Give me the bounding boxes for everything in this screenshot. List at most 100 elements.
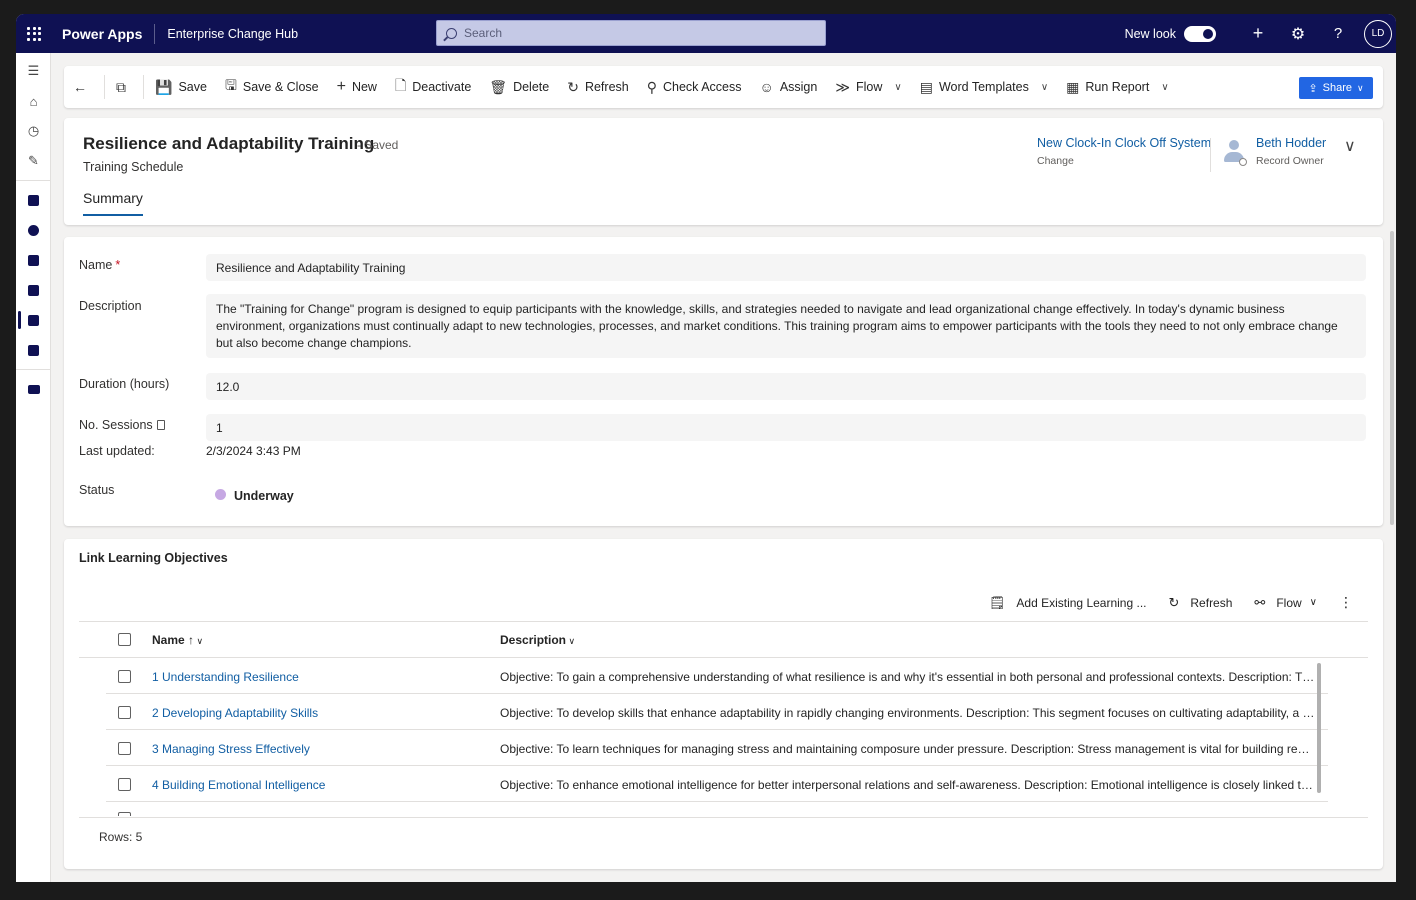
app-launcher-icon[interactable] bbox=[16, 14, 52, 53]
subgrid-scrollbar[interactable] bbox=[1317, 663, 1321, 793]
word-templates-button[interactable]: ▤ Word Templates ∨ bbox=[911, 66, 1057, 108]
left-nav: ☰ ⌂ ◷ ✎ bbox=[16, 53, 51, 882]
new-button[interactable]: + New bbox=[328, 66, 386, 108]
nav-clipboard-icon-1[interactable] bbox=[16, 245, 51, 275]
row-name-link[interactable]: 4 Building Emotional Intelligence bbox=[152, 778, 325, 792]
table-row[interactable]: 4 Building Emotional Intelligence Object… bbox=[106, 766, 1328, 802]
subgrid-flow-button[interactable]: ⚯ Flow ∨ bbox=[1254, 595, 1317, 611]
assign-button[interactable]: ☺ Assign bbox=[751, 66, 827, 108]
flow-icon: ⚯ bbox=[1254, 594, 1266, 610]
owner-label: Record Owner bbox=[1256, 155, 1324, 167]
help-icon[interactable]: ? bbox=[1318, 14, 1358, 53]
table-row-partial[interactable] bbox=[106, 802, 1368, 816]
sessions-label: No. Sessions bbox=[79, 418, 165, 432]
column-header-description[interactable]: Description ∨ bbox=[500, 633, 575, 647]
nav-monitor-icon[interactable] bbox=[16, 374, 51, 404]
description-field[interactable]: The "Training for Change" program is des… bbox=[206, 294, 1366, 358]
row-description: Objective: To enhance emotional intellig… bbox=[500, 778, 1315, 792]
row-checkbox[interactable] bbox=[118, 670, 131, 683]
record-header: Resilience and Adaptability Training - S… bbox=[64, 118, 1383, 225]
back-button[interactable]: ← bbox=[64, 66, 102, 108]
row-name-link[interactable]: 3 Managing Stress Effectively bbox=[152, 742, 310, 756]
nav-entity-circle-icon[interactable] bbox=[16, 215, 51, 245]
more-options-icon[interactable]: ⋮ bbox=[1339, 594, 1353, 611]
plus-icon: + bbox=[336, 78, 346, 95]
subgrid-command-bar: 🗒 Add Existing Learning ... ↻ Refresh ⚯ Flo… bbox=[967, 594, 1353, 611]
new-look-toggle[interactable] bbox=[1184, 25, 1216, 42]
row-checkbox[interactable] bbox=[118, 812, 131, 816]
page-scrollbar[interactable] bbox=[1390, 231, 1394, 525]
table-row[interactable]: 2 Developing Adaptability Skills Objecti… bbox=[106, 694, 1328, 730]
app-name[interactable]: Power Apps bbox=[62, 26, 142, 42]
recent-icon[interactable]: ◷ bbox=[16, 116, 51, 146]
add-existing-icon: 🗒 bbox=[988, 594, 1006, 610]
share-button[interactable]: ⇪ Share ∨ bbox=[1299, 77, 1373, 99]
column-header-name[interactable]: Name ↑ ∨ bbox=[152, 633, 203, 647]
nav-clipboard-icon-2[interactable] bbox=[16, 275, 51, 305]
name-field[interactable]: Resilience and Adaptability Training bbox=[206, 254, 1366, 281]
popout-button[interactable]: ⧉ bbox=[107, 66, 141, 108]
back-arrow-icon: ← bbox=[73, 79, 87, 95]
refresh-button[interactable]: ↻ Refresh bbox=[558, 66, 638, 108]
run-report-button[interactable]: ▦ Run Report ∨ bbox=[1057, 66, 1178, 108]
save-icon: 💾 bbox=[155, 78, 173, 95]
top-bar: Power Apps Enterprise Change Hub Search … bbox=[16, 14, 1396, 53]
tab-summary[interactable]: Summary bbox=[83, 190, 143, 216]
nav-clipboard-icon-4[interactable] bbox=[16, 335, 51, 365]
header-owner-field: Beth Hodder Record Owner bbox=[1256, 136, 1326, 167]
row-name-link[interactable]: 2 Developing Adaptability Skills bbox=[152, 706, 318, 720]
deactivate-button[interactable]: 🗋 Deactivate bbox=[386, 66, 480, 108]
save-button[interactable]: 💾 Save bbox=[146, 66, 216, 108]
summary-form: Name * Resilience and Adaptability Traini… bbox=[64, 237, 1383, 526]
chevron-down-icon: ∨ bbox=[1040, 81, 1049, 93]
user-avatar[interactable]: LD bbox=[1364, 19, 1392, 48]
search-input[interactable]: Search bbox=[436, 20, 826, 46]
table-row[interactable]: 1 Understanding Resilience Objective: To… bbox=[106, 658, 1328, 694]
gear-icon[interactable]: ⚙ bbox=[1278, 14, 1318, 53]
status-dot-icon bbox=[215, 489, 226, 501]
select-all-checkbox[interactable] bbox=[118, 633, 131, 646]
duration-label: Duration (hours) bbox=[79, 377, 170, 391]
subgrid-refresh-button[interactable]: ↻ Refresh bbox=[1168, 595, 1232, 611]
related-change-link[interactable]: New Clock-In Clock Off System bbox=[1037, 136, 1211, 150]
save-close-button[interactable]: 🖫 Save & Close bbox=[216, 66, 328, 108]
duration-field[interactable]: 12.0 bbox=[206, 373, 1366, 400]
row-name-link[interactable]: 1 Understanding Resilience bbox=[152, 670, 299, 684]
save-close-icon: 🖫 bbox=[224, 77, 237, 93]
required-mark: * bbox=[115, 258, 121, 272]
status-value[interactable]: Underway bbox=[215, 489, 294, 503]
home-icon[interactable]: ⌂ bbox=[16, 86, 51, 116]
environment-name[interactable]: Enterprise Change Hub bbox=[167, 27, 298, 41]
sessions-field[interactable]: 1 bbox=[206, 414, 1366, 441]
entity-name: Training Schedule bbox=[83, 160, 184, 174]
row-checkbox[interactable] bbox=[118, 742, 131, 755]
key-icon: ⚲ bbox=[646, 78, 657, 95]
flow-button[interactable]: ≫ Flow ∨ bbox=[826, 66, 910, 108]
learning-objectives-subgrid: Link Learning Objectives 🗒 Add Existing L… bbox=[64, 539, 1383, 869]
trash-icon: 🗑 bbox=[489, 78, 508, 95]
check-access-button[interactable]: ⚲ Check Access bbox=[638, 66, 751, 108]
nav-clipboard-icon-3[interactable] bbox=[16, 305, 51, 335]
chevron-down-icon: ∨ bbox=[566, 636, 576, 646]
word-icon: ▤ bbox=[919, 78, 933, 95]
add-existing-button[interactable]: 🗒 Add Existing Learning ... bbox=[989, 595, 1147, 611]
owner-link[interactable]: Beth Hodder bbox=[1256, 136, 1326, 150]
command-bar: ← ⧉ 💾 Save 🖫 Save & Close + New 🗋 Deactivate… bbox=[64, 66, 1383, 108]
delete-button[interactable]: 🗑 Delete bbox=[480, 66, 558, 108]
hamburger-icon[interactable]: ☰ bbox=[16, 56, 51, 86]
header-expand-chevron-icon[interactable]: ∨ bbox=[1344, 136, 1356, 156]
plus-icon[interactable]: + bbox=[1238, 14, 1278, 53]
pin-icon[interactable]: ✎ bbox=[16, 146, 51, 176]
row-checkbox[interactable] bbox=[118, 778, 131, 791]
search-icon bbox=[446, 27, 457, 39]
row-checkbox[interactable] bbox=[118, 706, 131, 719]
row-description: Objective: To learn techniques for manag… bbox=[500, 742, 1315, 756]
nav-home-entity-icon[interactable] bbox=[16, 185, 51, 215]
popout-icon: ⧉ bbox=[116, 78, 126, 95]
chevron-down-icon: ∨ bbox=[1309, 597, 1317, 608]
table-header: Name ↑ ∨ Description ∨ bbox=[79, 622, 1368, 658]
description-label: Description bbox=[79, 299, 142, 313]
table-row[interactable]: 3 Managing Stress Effectively Objective:… bbox=[106, 730, 1328, 766]
flow-icon: ≫ bbox=[835, 78, 850, 95]
status-label: Status bbox=[79, 483, 115, 497]
